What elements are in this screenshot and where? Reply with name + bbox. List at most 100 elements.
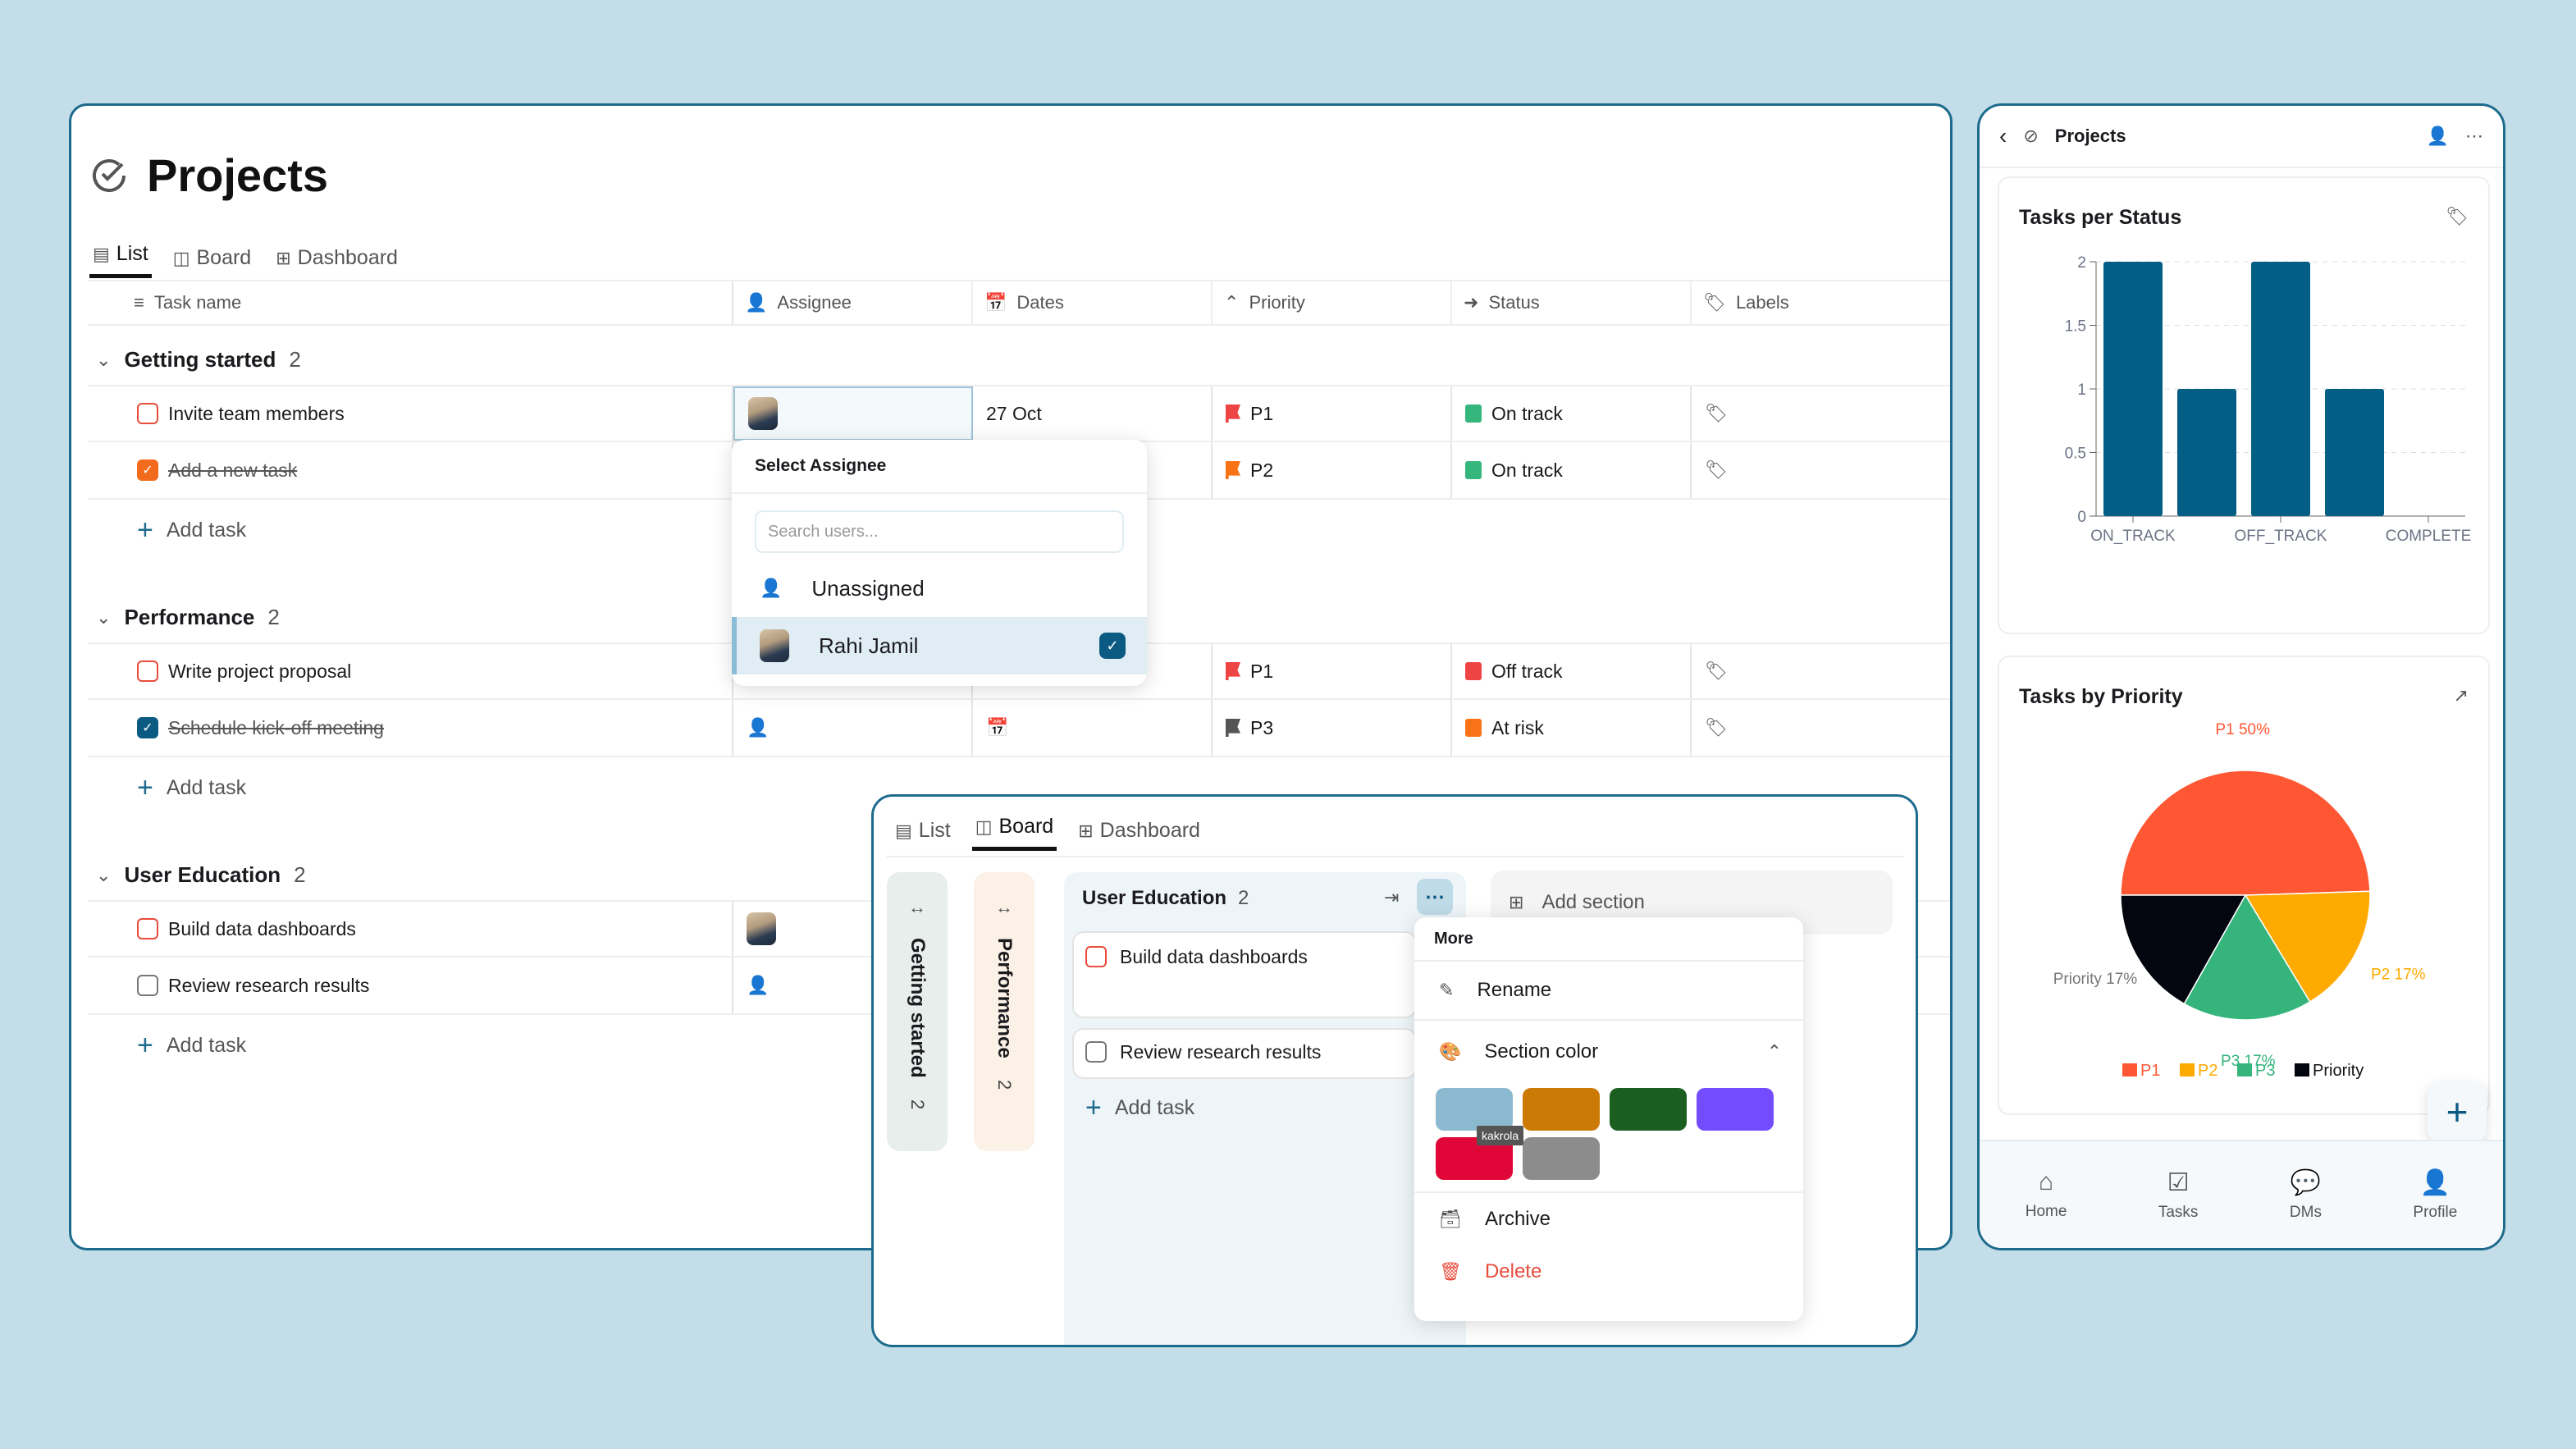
color-swatch[interactable] xyxy=(1523,1088,1600,1131)
more-icon[interactable]: ⋯ xyxy=(2465,126,2483,147)
add-task-button[interactable]: + Add task xyxy=(137,774,246,802)
task-checkbox[interactable] xyxy=(137,975,158,996)
col-assignee[interactable]: 👤 Assignee xyxy=(733,281,973,324)
task-checkbox[interactable] xyxy=(1085,1041,1107,1063)
color-swatch[interactable] xyxy=(1523,1137,1600,1180)
y-tick-label: 1.5 xyxy=(2065,318,2086,336)
search-users-input[interactable]: Search users... xyxy=(755,510,1124,553)
board-card[interactable]: Build data dashboards xyxy=(1072,931,1417,1018)
col-task-name[interactable]: ≡ Task name xyxy=(88,281,733,324)
check-icon[interactable]: ✓ xyxy=(1099,633,1126,659)
priority-cell[interactable]: P1 xyxy=(1213,644,1452,698)
priority-cell[interactable]: P2 xyxy=(1213,442,1452,498)
table-row[interactable]: Invite team members 27 Oct P1 On track 🏷 xyxy=(88,385,1950,442)
page-title: Projects xyxy=(147,149,328,201)
flag-icon xyxy=(1226,719,1240,737)
collapsed-column-getting-started[interactable]: ↔ Getting started 2 xyxy=(887,872,948,1151)
task-checkbox-checked[interactable]: ✓ xyxy=(137,459,158,481)
section-user-education[interactable]: ⌄ User Education 2 xyxy=(96,862,306,888)
section-getting-started[interactable]: ⌄ Getting started 2 xyxy=(96,347,301,373)
nav-profile[interactable]: 👤 Profile xyxy=(2413,1168,2457,1222)
legend-swatch xyxy=(2237,1063,2252,1076)
tab-board[interactable]: ◫ Board xyxy=(971,815,1057,851)
color-swatch[interactable] xyxy=(1697,1088,1774,1131)
dates-cell[interactable]: 📅 xyxy=(973,700,1213,756)
expand-icon[interactable]: ↔ xyxy=(908,897,926,918)
more-menu-title: More xyxy=(1414,917,1803,962)
task-name-cell: Write project proposal xyxy=(88,644,733,698)
col-priority[interactable]: ⌃ Priority xyxy=(1213,281,1452,324)
legend-label: Priority xyxy=(2313,1062,2364,1080)
labels-cell[interactable]: 🏷 xyxy=(1692,644,1931,698)
add-task-button[interactable]: + Add task xyxy=(137,516,246,544)
check-circle-icon xyxy=(89,156,129,195)
tab-dashboard[interactable]: ⊞ Dashboard xyxy=(1075,819,1204,851)
collapsed-column-performance[interactable]: ↔ Performance 2 xyxy=(974,872,1035,1151)
labels-cell[interactable]: 🏷 xyxy=(1692,700,1931,756)
collapse-icon[interactable]: ⇥ xyxy=(1384,887,1399,908)
chevron-down-icon[interactable]: ⌄ xyxy=(96,865,111,886)
color-swatch[interactable] xyxy=(1610,1088,1687,1131)
user-icon: 👤 xyxy=(2419,1168,2451,1196)
flag-icon xyxy=(1226,662,1240,680)
view-tabs: ▤ List ◫ Board ⊞ Dashboard xyxy=(89,242,401,278)
user-plus-icon[interactable]: 👤 xyxy=(2427,126,2449,147)
tab-dashboard[interactable]: ⊞ Dashboard xyxy=(272,246,401,278)
table-row[interactable]: ✓ Schedule kick-off meeting 👤 📅 P3 At ris… xyxy=(88,700,1950,757)
priority-cell[interactable]: P3 xyxy=(1213,700,1452,756)
plus-icon: + xyxy=(137,514,153,546)
labels-cell[interactable]: 🏷 xyxy=(1692,386,1931,441)
palette-icon: 🎨 xyxy=(1439,1041,1462,1062)
chevron-down-icon[interactable]: ⌄ xyxy=(96,350,111,371)
status-cell[interactable]: Off track xyxy=(1452,644,1692,698)
status-cell[interactable]: On track xyxy=(1452,442,1692,498)
chevron-down-icon[interactable]: ⌄ xyxy=(96,607,111,629)
assignee-cell[interactable] xyxy=(733,386,973,441)
task-checkbox[interactable] xyxy=(137,403,158,424)
option-rahi-jamil[interactable]: Rahi Jamil ✓ xyxy=(732,617,1147,674)
nav-dms[interactable]: 💬 DMs xyxy=(2290,1168,2322,1222)
tab-list[interactable]: ▤ List xyxy=(89,242,152,278)
section-performance[interactable]: ⌄ Performance 2 xyxy=(96,605,280,630)
col-labels[interactable]: 🏷 Labels xyxy=(1692,281,1931,324)
task-checkbox[interactable] xyxy=(137,661,158,682)
edit-icon: ✎ xyxy=(1439,980,1455,1000)
nav-tasks[interactable]: ☑ Tasks xyxy=(2158,1168,2199,1222)
status-cell[interactable]: On track xyxy=(1452,386,1692,441)
tasks-per-status-card: Tasks per Status 🏷 0 0.5 1 1.5 2 ON_TRACK OFF_… xyxy=(1998,176,2490,634)
option-unassigned[interactable]: 👤 Unassigned xyxy=(732,560,1147,617)
back-icon[interactable]: ‹ xyxy=(1999,123,2007,149)
board-icon: ◫ xyxy=(975,816,993,837)
expand-icon[interactable]: ↔ xyxy=(995,897,1013,918)
tag-icon: 🏷 xyxy=(1705,403,1728,423)
tabs-divider xyxy=(887,856,1904,857)
task-checkbox[interactable] xyxy=(137,918,158,939)
add-task-button[interactable]: + Add task xyxy=(1085,1094,1194,1122)
plus-icon: + xyxy=(137,1030,153,1061)
board-card[interactable]: Review research results xyxy=(1072,1028,1417,1079)
menu-item-rename[interactable]: ✎ Rename xyxy=(1414,962,1803,1021)
status-cell[interactable]: At risk xyxy=(1452,700,1692,756)
menu-item-section-color[interactable]: 🎨 Section color ⌃ xyxy=(1414,1021,1803,1083)
menu-item-archive[interactable]: 🗃 Archive xyxy=(1414,1193,1803,1246)
chevron-up-icon[interactable]: ⌃ xyxy=(1767,1041,1782,1063)
col-status[interactable]: ➜ Status xyxy=(1452,281,1692,324)
archive-icon: 🗃 xyxy=(1439,1209,1462,1229)
color-swatch[interactable] xyxy=(1436,1088,1513,1131)
nav-home[interactable]: ⌂ Home xyxy=(2026,1168,2067,1221)
tab-board[interactable]: ◫ Board xyxy=(170,246,255,278)
col-dates[interactable]: 📅 Dates xyxy=(973,281,1213,324)
labels-cell[interactable]: 🏷 xyxy=(1692,442,1931,498)
home-icon: ⌂ xyxy=(2039,1168,2054,1195)
task-checkbox[interactable] xyxy=(1085,946,1107,967)
add-fab-button[interactable]: + xyxy=(2428,1082,2487,1141)
priority-cell[interactable]: P1 xyxy=(1213,386,1452,441)
tab-list[interactable]: ▤ List xyxy=(892,819,954,851)
add-task-button[interactable]: + Add task xyxy=(137,1031,246,1059)
dates-cell[interactable]: 27 Oct xyxy=(973,386,1213,441)
menu-item-delete[interactable]: 🗑 Delete xyxy=(1414,1246,1803,1298)
calendar-icon: 📅 xyxy=(986,717,1009,738)
assignee-cell[interactable]: 👤 xyxy=(733,700,973,756)
more-button[interactable]: ⋯ xyxy=(1417,879,1453,915)
task-checkbox-checked[interactable]: ✓ xyxy=(137,717,158,738)
